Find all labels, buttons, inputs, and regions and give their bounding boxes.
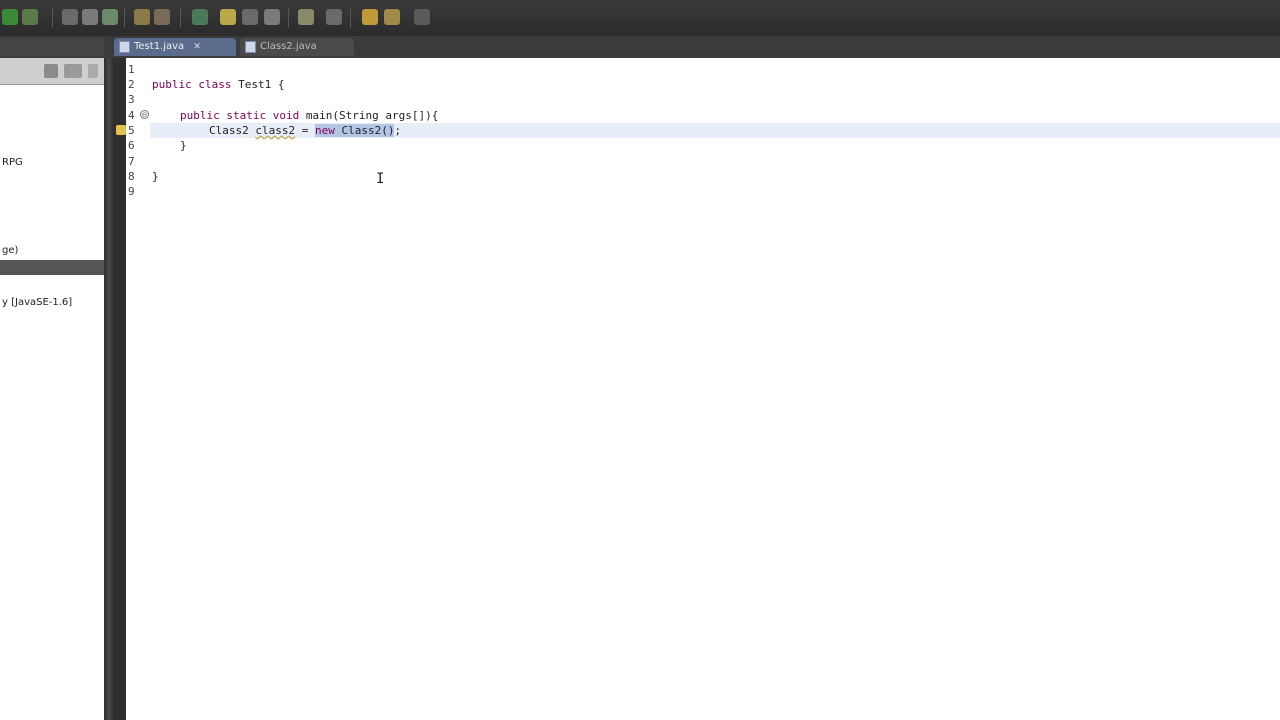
line-number: 2	[128, 78, 135, 91]
code-editor[interactable]	[150, 58, 1280, 720]
line-number: 7	[128, 155, 135, 168]
code-text: main(String args[]){	[299, 109, 439, 122]
debug-icon[interactable]	[22, 9, 38, 25]
warning-icon[interactable]	[116, 125, 126, 135]
code-text: ;	[394, 124, 402, 137]
more-icon[interactable]	[414, 9, 430, 25]
java-file-icon	[119, 41, 130, 53]
line-number: 1	[128, 63, 135, 76]
gear-icon[interactable]	[326, 9, 342, 25]
code-line-4[interactable]: public static void main(String args[]){	[180, 108, 438, 123]
open-type-icon[interactable]	[134, 9, 150, 25]
fold-toggle-icon[interactable]: ⊖	[140, 110, 149, 119]
keyword: void	[272, 109, 300, 122]
toolbar-separator	[288, 8, 289, 28]
keyword: class	[198, 78, 232, 91]
code-text: Class2	[209, 124, 256, 137]
collapse-all-icon[interactable]	[44, 64, 58, 78]
search-icon[interactable]	[154, 9, 170, 25]
new-icon[interactable]	[62, 9, 78, 25]
toolbar-separator	[180, 8, 181, 28]
sash-divider[interactable]	[104, 58, 114, 720]
back-arrow-icon[interactable]	[362, 9, 378, 25]
tree-item-selected[interactable]	[0, 260, 104, 275]
code-text: =	[295, 124, 315, 137]
tab-label: Class2.java	[260, 41, 317, 52]
run-icon[interactable]	[2, 9, 18, 25]
package-icon[interactable]	[192, 9, 208, 25]
line-number: 8	[128, 170, 135, 183]
refresh-icon[interactable]	[102, 9, 118, 25]
package-explorer: RPG ge) y [JavaSE-1.6]	[0, 58, 105, 720]
line-number: 6	[128, 139, 135, 152]
toolbar-separator	[52, 8, 53, 28]
save-icon[interactable]	[82, 9, 98, 25]
keyword: public	[180, 109, 220, 122]
tree-item-jre[interactable]: y [JavaSE-1.6]	[2, 297, 72, 308]
keyword: new	[314, 124, 335, 137]
line-number: 5	[128, 124, 135, 137]
tab-class2-java[interactable]: Class2.java	[240, 38, 354, 56]
line-number: 3	[128, 93, 135, 106]
link-editor-icon[interactable]	[64, 64, 82, 78]
vertical-ruler	[114, 58, 126, 720]
code-line-5[interactable]: Class2 class2 = new Class2();	[209, 123, 401, 138]
code-text: Test1 {	[231, 78, 285, 91]
view-menu-icon[interactable]	[88, 64, 98, 78]
tab-label: Test1.java	[134, 41, 185, 52]
left-panel-toolbar	[0, 58, 104, 85]
line-number: 9	[128, 185, 135, 198]
java-file-icon	[245, 41, 256, 53]
code-line-8[interactable]: }	[152, 169, 159, 184]
toolbar-separator	[350, 8, 351, 28]
columns-icon[interactable]	[264, 9, 280, 25]
variable-with-warning: class2	[255, 124, 296, 137]
forward-arrow-icon[interactable]	[384, 9, 400, 25]
tree-item-rpg[interactable]: RPG	[2, 157, 23, 168]
highlight-icon[interactable]	[220, 9, 236, 25]
toolbar-separator	[124, 8, 125, 28]
keyword: public	[152, 78, 192, 91]
outline-icon[interactable]	[242, 9, 258, 25]
tree-item-package[interactable]: ge)	[2, 245, 18, 256]
i-beam-cursor-icon: I	[376, 171, 385, 187]
keyword: static	[226, 109, 267, 122]
tab-test1-java[interactable]: Test1.java ✕	[114, 38, 236, 56]
selected-text: new Class2()	[314, 124, 395, 137]
main-toolbar	[0, 0, 1280, 37]
close-icon[interactable]: ✕	[193, 42, 201, 52]
code-line-6[interactable]: }	[180, 138, 187, 153]
code-line-2[interactable]: public class Test1 {	[152, 77, 284, 92]
left-view-tabbar	[0, 38, 104, 56]
annotation-icon[interactable]	[298, 9, 314, 25]
code-text: Class2()	[334, 124, 395, 137]
